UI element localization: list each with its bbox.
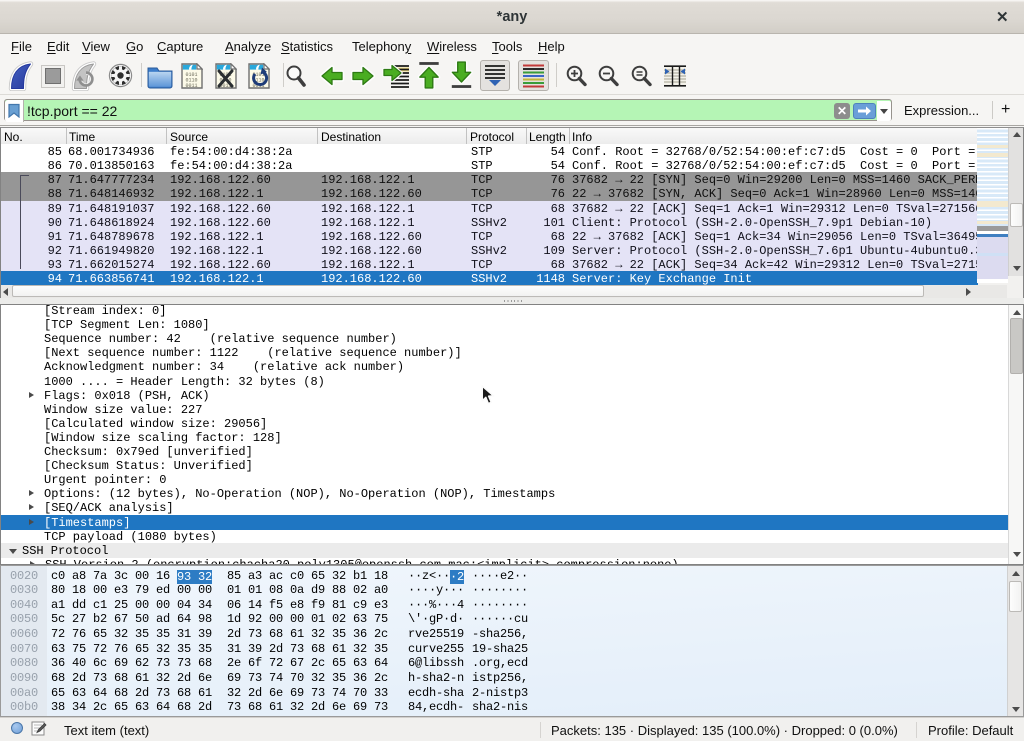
svg-text:0011: 0011 xyxy=(186,83,198,89)
